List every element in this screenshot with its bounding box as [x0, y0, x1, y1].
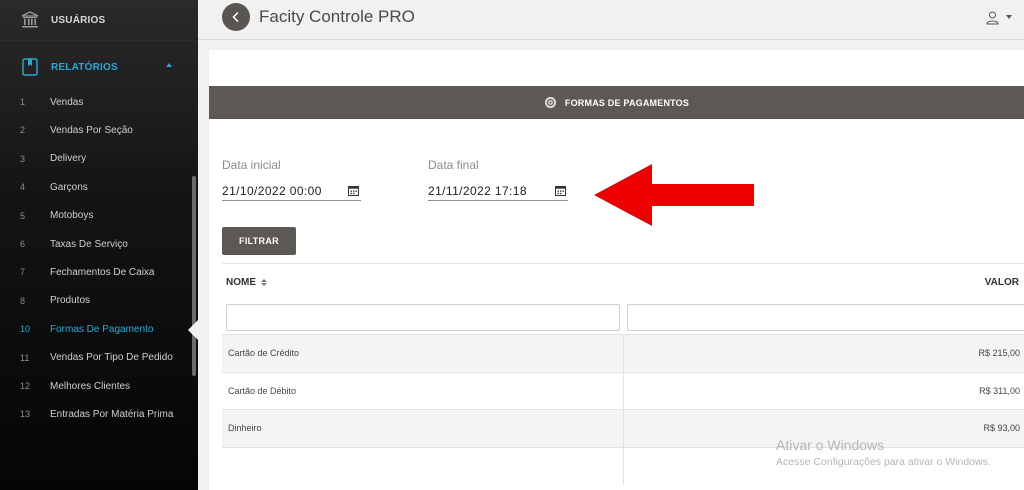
sidebar-item-label: Garçons	[50, 181, 88, 193]
sidebar-item-label: Formas De Pagamento	[50, 323, 154, 335]
sidebar-section-reports[interactable]: RELATÓRIOS	[0, 52, 198, 82]
sidebar-item-label: Motoboys	[50, 210, 94, 222]
cell-value: R$ 311,00	[979, 385, 1020, 396]
sidebar-item-number: 13	[20, 409, 31, 420]
app-title: Facity Controle PRO	[259, 7, 415, 26]
cell-name: Cartão de Crédito	[228, 348, 300, 358]
back-button[interactable]	[222, 3, 250, 31]
chevron-down-icon	[1006, 15, 1012, 19]
end-date-field[interactable]: 21/11/2022 17:18	[428, 181, 568, 201]
sidebar-divider	[0, 40, 198, 41]
sidebar-item[interactable]: 11 Vendas Por Tipo De Pedido	[0, 348, 190, 368]
report-card: FORMAS DE PAGAMENTOS Data inicial 21/10/…	[209, 50, 1024, 490]
sidebar-section-users-label: USUÁRIOS	[51, 14, 106, 26]
sidebar-item[interactable]: 2 Vendas Por Seção	[0, 120, 190, 140]
sidebar-scrollbar[interactable]	[192, 176, 196, 376]
column-header-name[interactable]: NOME	[226, 264, 267, 300]
start-date-label: Data inicial	[222, 158, 281, 172]
sidebar-section-users[interactable]: USUÁRIOS	[0, 5, 198, 35]
sidebar-item-number: 11	[20, 352, 30, 363]
cell-value: R$ 215,00	[978, 348, 1020, 358]
column-divider	[623, 335, 624, 372]
red-arrow-annotation	[594, 164, 754, 226]
calendar-icon[interactable]	[555, 185, 566, 196]
sidebar-item[interactable]: 6 Taxas De Serviço	[0, 234, 190, 254]
user-menu[interactable]	[984, 9, 1016, 27]
sidebar-item-label: Fechamentos De Caixa	[50, 266, 155, 278]
column-header-value-label: VALOR	[984, 276, 1019, 288]
sidebar-item-label: Vendas Por Tipo De Pedido	[50, 352, 173, 364]
coins-icon	[544, 96, 556, 109]
chevron-up-icon	[166, 63, 172, 67]
sidebar-item-label: Vendas Por Seção	[50, 124, 133, 136]
sidebar-item-label: Taxas De Serviço	[50, 238, 128, 250]
sidebar-item-number: 7	[20, 267, 26, 278]
column-header-value[interactable]: VALOR ↕	[985, 264, 1024, 300]
sidebar-item-number: 2	[20, 125, 26, 136]
cell-name: Cartão de Débito	[228, 385, 297, 396]
sidebar-item[interactable]: 1 Vendas	[0, 92, 190, 112]
report-title: FORMAS DE PAGAMENTOS	[564, 97, 690, 108]
sidebar-item[interactable]: 3 Delivery	[0, 149, 190, 169]
sidebar-item-number: 6	[20, 239, 26, 249]
name-filter-input[interactable]	[226, 304, 620, 331]
sidebar-item-label: Delivery	[50, 153, 87, 165]
sidebar-item-number: 5	[20, 210, 26, 221]
start-date-field[interactable]: 21/10/2022 00:00	[222, 181, 361, 201]
column-divider	[623, 372, 624, 410]
sidebar-item[interactable]: 8 Produtos	[0, 291, 190, 311]
sidebar-item[interactable]: 4 Garçons	[0, 177, 190, 197]
sidebar-section-reports-label: RELATÓRIOS	[51, 61, 118, 73]
cell-name: Dinheiro	[228, 423, 262, 433]
sidebar-item-number: 1	[20, 97, 26, 107]
value-filter-input[interactable]	[627, 304, 1024, 331]
column-header-name-label: NOME	[226, 276, 256, 288]
active-item-pointer	[188, 320, 198, 340]
windows-activation-watermark: Ativar o Windows Acesse Configurações pa…	[776, 437, 991, 468]
bank-icon	[21, 11, 39, 28]
calendar-icon[interactable]	[348, 185, 359, 196]
book-icon	[22, 58, 38, 76]
sidebar-item[interactable]: 12 Melhores Clientes	[0, 376, 190, 396]
cell-value: R$ 93,00	[983, 423, 1020, 433]
sidebar-item-label: Produtos	[50, 295, 91, 307]
watermark-title: Ativar o Windows	[776, 437, 885, 453]
sidebar: USUÁRIOS RELATÓRIOS 1 Vendas 2 Vendas Por S…	[0, 0, 198, 490]
user-icon	[986, 11, 999, 25]
sidebar-item-label: Melhores Clientes	[50, 380, 131, 392]
sidebar-item-number: 12	[20, 381, 31, 391]
column-divider	[623, 447, 624, 485]
sidebar-item-label: Vendas	[50, 96, 84, 108]
column-divider	[623, 410, 624, 447]
sort-icon[interactable]	[261, 278, 267, 286]
sidebar-item-number: 4	[20, 182, 26, 193]
report-banner: FORMAS DE PAGAMENTOS	[209, 86, 1024, 119]
filter-button[interactable]: FILTRAR	[222, 227, 296, 255]
sidebar-item[interactable]: 7 Fechamentos De Caixa	[0, 262, 190, 282]
sidebar-item[interactable]: 13 Entradas Por Matéria Prima	[0, 404, 190, 424]
sidebar-item-number: 3	[20, 153, 26, 164]
table-row[interactable]: Cartão de Débito R$ 311,00	[222, 371, 1024, 410]
sidebar-item-number: 8	[20, 295, 26, 306]
end-date-value: 21/11/2022 17:18	[428, 184, 527, 198]
sidebar-item-number: 10	[20, 324, 31, 335]
chevron-left-icon	[232, 11, 239, 23]
top-header: Facity Controle PRO	[198, 0, 1024, 40]
end-date-label: Data final	[428, 158, 479, 172]
start-date-value: 21/10/2022 00:00	[222, 184, 322, 198]
table-row[interactable]: Cartão de Crédito R$ 215,00	[222, 334, 1024, 372]
sidebar-item[interactable]: 5 Motoboys	[0, 206, 190, 226]
sidebar-item[interactable]: 10 Formas De Pagamento	[0, 319, 190, 339]
sidebar-item-label: Entradas Por Matéria Prima	[50, 408, 174, 420]
watermark-subtitle: Acesse Configurações para ativar o Windo…	[776, 456, 991, 468]
